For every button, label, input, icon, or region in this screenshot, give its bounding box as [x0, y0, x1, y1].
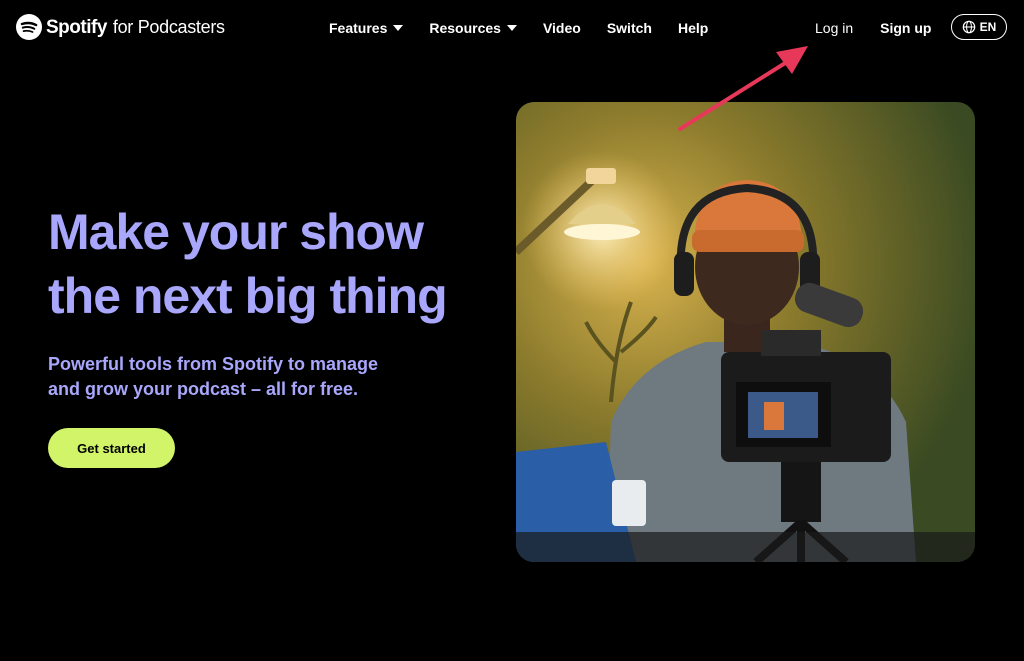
hero-subheading: Powerful tools from Spotify to manage an… [48, 352, 448, 402]
hero-subheading-line2: and grow your podcast – all for free. [48, 379, 359, 399]
hero-headline-line2: the next big thing [48, 268, 448, 324]
hero-subheading-line1: Powerful tools from Spotify to manage [48, 354, 379, 374]
language-selector[interactable]: EN [951, 14, 1007, 40]
language-code: EN [979, 20, 997, 34]
caret-down-icon [393, 25, 404, 31]
signup-link[interactable]: Sign up [880, 20, 931, 36]
logo-brand-name: Spotify [46, 16, 107, 38]
spotify-logo[interactable]: Spotify for Podcasters [16, 14, 225, 40]
nav-item-features[interactable]: Features [329, 20, 404, 36]
nav-item-label: Switch [606, 20, 652, 36]
hero-headline: Make your show the next big thing [48, 200, 448, 328]
caret-down-icon [506, 25, 517, 31]
nav-item-help[interactable]: Help [678, 20, 708, 36]
hero-headline-line1: Make your show [48, 204, 424, 260]
nav-item-label: Resources [429, 20, 501, 36]
nav-item-resources[interactable]: Resources [429, 20, 517, 36]
nav-item-label: Video [542, 20, 581, 36]
hero-image [516, 102, 975, 562]
main-nav: Features Resources Video Switch Help [329, 20, 734, 36]
spotify-icon [16, 14, 42, 40]
nav-item-label: Help [677, 20, 709, 36]
auth-links: Log in Sign up [815, 20, 931, 36]
logo-brand-suffix: for Podcasters [112, 17, 225, 37]
login-link[interactable]: Log in [815, 20, 853, 36]
nav-item-label: Features [329, 20, 388, 36]
get-started-button[interactable]: Get started [48, 428, 175, 468]
nav-item-video[interactable]: Video [543, 20, 581, 36]
nav-item-switch[interactable]: Switch [607, 20, 652, 36]
podcaster-photo [516, 102, 975, 562]
globe-icon [962, 20, 975, 34]
